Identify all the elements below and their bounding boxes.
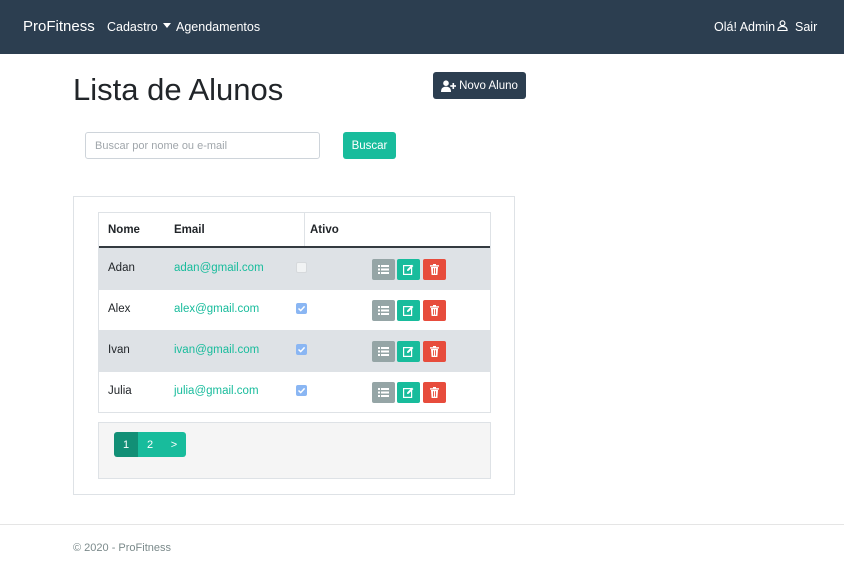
active-checkbox[interactable] (296, 385, 307, 396)
list-icon (378, 347, 389, 356)
active-checkbox[interactable] (296, 303, 307, 314)
details-button[interactable] (372, 382, 395, 403)
nav-agendamentos[interactable]: Agendamentos (176, 20, 260, 34)
search-button[interactable]: Buscar (343, 132, 396, 159)
trash-icon (430, 305, 439, 316)
table-row: Julia julia@gmail.com (99, 371, 490, 412)
edit-button[interactable] (397, 341, 420, 362)
nav-logout[interactable]: Sair (795, 20, 817, 34)
edit-icon (403, 346, 414, 357)
search-input[interactable] (85, 132, 320, 159)
header-active: Ativo (310, 224, 339, 236)
student-name: Julia (108, 385, 132, 397)
user-plus-icon (441, 79, 457, 92)
student-email[interactable]: alex@gmail.com (174, 303, 259, 315)
greeting-text: Olá! Admin (714, 20, 776, 34)
nav-cadastro-dropdown[interactable]: Cadastro (107, 20, 171, 34)
brand-link[interactable]: ProFitness (23, 18, 95, 35)
student-email[interactable]: adan@gmail.com (174, 262, 264, 274)
page-2-button[interactable]: 2 (138, 432, 162, 457)
table-row: Ivan ivan@gmail.com (99, 330, 490, 371)
table-row: Alex alex@gmail.com (99, 289, 490, 330)
list-icon (378, 265, 389, 274)
header-email: Email (174, 224, 205, 236)
navbar: ProFitness Cadastro Agendamentos Olá! Ad… (0, 0, 844, 54)
header-divider (304, 213, 305, 246)
new-student-label: Novo Aluno (459, 79, 518, 92)
edit-button[interactable] (397, 300, 420, 321)
delete-button[interactable] (423, 382, 446, 403)
details-button[interactable] (372, 259, 395, 280)
next-page-button[interactable]: > (162, 432, 186, 457)
table-row: Adan adan@gmail.com (99, 248, 490, 289)
edit-button[interactable] (397, 259, 420, 280)
list-icon (378, 388, 389, 397)
student-name: Ivan (108, 344, 130, 356)
page-title: Lista de Alunos (73, 72, 284, 107)
list-icon (378, 306, 389, 315)
trash-icon (430, 264, 439, 275)
delete-button[interactable] (423, 259, 446, 280)
trash-icon (430, 387, 439, 398)
student-name: Adan (108, 262, 135, 274)
edit-icon (403, 387, 414, 398)
delete-button[interactable] (423, 341, 446, 362)
check-icon (297, 346, 306, 353)
edit-icon (403, 305, 414, 316)
page-1-button[interactable]: 1 (114, 432, 138, 457)
student-email[interactable]: julia@gmail.com (174, 385, 259, 397)
student-name: Alex (108, 303, 131, 315)
check-icon (297, 387, 306, 394)
user-icon (777, 20, 788, 32)
students-table: Nome Email Ativo Adan adan@gmail.com Ale… (98, 212, 491, 413)
edit-icon (403, 264, 414, 275)
check-icon (297, 305, 306, 312)
footer-divider (0, 524, 844, 525)
details-button[interactable] (372, 341, 395, 362)
table-header: Nome Email Ativo (99, 213, 490, 248)
delete-button[interactable] (423, 300, 446, 321)
active-checkbox[interactable] (296, 262, 307, 273)
edit-button[interactable] (397, 382, 420, 403)
footer-copyright: © 2020 - ProFitness (73, 542, 171, 554)
nav-user-greeting[interactable]: Olá! Admin (714, 20, 788, 34)
caret-down-icon (162, 23, 171, 29)
new-student-button[interactable]: Novo Aluno (433, 72, 526, 99)
nav-cadastro-label: Cadastro (107, 20, 158, 34)
trash-icon (430, 346, 439, 357)
details-button[interactable] (372, 300, 395, 321)
header-name: Nome (108, 224, 140, 236)
active-checkbox[interactable] (296, 344, 307, 355)
student-email[interactable]: ivan@gmail.com (174, 344, 259, 356)
